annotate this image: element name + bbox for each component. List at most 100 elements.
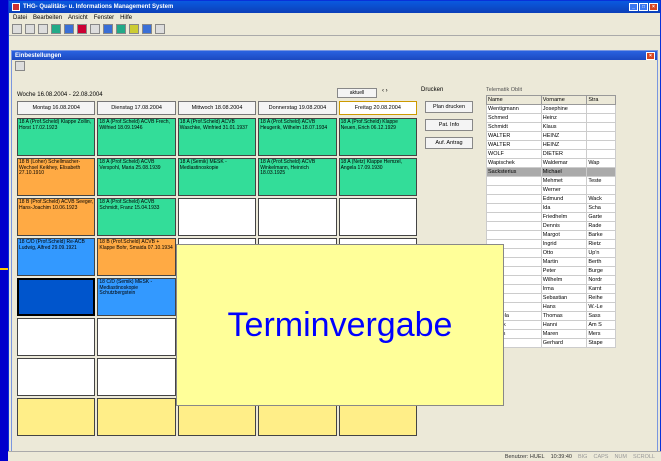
menu-datei[interactable]: Datei xyxy=(13,15,27,21)
column-header-vorname[interactable]: Vorname xyxy=(540,95,588,105)
menu-ansicht[interactable]: Ansicht xyxy=(68,15,88,21)
appointment-cell[interactable]: 18 A (Prof.Scheld) ACVB Winkelmann, Hein… xyxy=(258,158,337,196)
column-header-strasse[interactable]: Stra xyxy=(586,95,616,105)
table-row[interactable]: RuprakHanniAm S xyxy=(486,320,616,330)
menu-hilfe[interactable]: Hilfe xyxy=(120,15,132,21)
table-row[interactable]: Edmund Wack xyxy=(486,194,616,204)
plan-drucken-button[interactable]: Plan drucken xyxy=(425,101,473,113)
chart-icon[interactable] xyxy=(51,23,61,34)
appointment-cell[interactable]: 18 A (Semik) MESK - Mediastinoskopie xyxy=(177,158,257,196)
table-row[interactable]: MohrGerhardStape xyxy=(486,338,616,348)
day-header-row: Montag 16.08.2004 Dienstag 17.08.2004 Mi… xyxy=(17,101,418,115)
appointment-cell[interactable] xyxy=(97,358,176,396)
table-row[interactable]: Sebastian Reihe xyxy=(486,293,616,303)
table-row[interactable]: Ingrid Rietz xyxy=(486,239,616,249)
window-icon[interactable] xyxy=(64,23,74,34)
table-cell: WOLF xyxy=(486,149,542,159)
people-icon[interactable] xyxy=(77,23,87,34)
appointment-cell[interactable] xyxy=(17,398,96,436)
day-wednesday[interactable]: Mittwoch 18.08.2004 xyxy=(177,101,257,115)
inner-close-button[interactable]: × xyxy=(646,51,655,60)
column-header-name[interactable]: Name xyxy=(486,95,542,105)
status-flag-caps: CAPS xyxy=(593,453,609,460)
day-monday[interactable]: Montag 16.08.2004 xyxy=(17,101,96,115)
folder-icon[interactable] xyxy=(129,23,139,34)
table-cell xyxy=(486,176,542,186)
table-row[interactable]: Otto Up'n xyxy=(486,248,616,258)
table-row[interactable]: Irma Karnt xyxy=(486,284,616,294)
table-row[interactable]: Martin Berth xyxy=(486,257,616,267)
appointment-cell[interactable] xyxy=(177,198,257,236)
table-row[interactable]: WaskelaThomasSass xyxy=(486,311,616,321)
list-icon[interactable] xyxy=(116,23,126,34)
appointment-cell[interactable]: 18 A (Prof.Scheld) ACVB Heugerik, Wilhel… xyxy=(258,118,337,156)
maximize-button[interactable]: □ xyxy=(639,3,648,11)
appointment-cell[interactable] xyxy=(97,318,176,356)
auf-antrag-button[interactable]: Auf. Antrag xyxy=(425,137,473,149)
table-cell: Wap xyxy=(586,158,616,168)
table-row[interactable]: Hans W.-Le xyxy=(486,302,616,312)
appointment-cell[interactable]: 18 A (Netz) Klappe Hemzel, Angela 17.09.… xyxy=(338,158,417,196)
table-row[interactable]: Ida Scha xyxy=(486,203,616,213)
day-friday[interactable]: Freitag 20.08.2004 xyxy=(338,101,418,115)
appointment-cell[interactable]: 18 B (Prof.Scheld) ACVB + Klappe Bohr, S… xyxy=(97,238,176,276)
table-row[interactable]: WALTER HEINZ xyxy=(486,140,616,150)
appointment-cell[interactable]: 18 A (Prof.Scheld) ACVB Verspohl, Maria … xyxy=(97,158,176,196)
table-row[interactable]: Friedhelm Garte xyxy=(486,212,616,222)
list-tabs[interactable]: Telematik Oblit xyxy=(486,87,620,93)
appointment-cell[interactable] xyxy=(17,318,96,356)
table-row[interactable]: Werner xyxy=(486,185,616,195)
appointment-cell[interactable]: 18 A (Prof.Scheld) Klappe Zollin, Horst … xyxy=(17,118,96,156)
day-thursday[interactable]: Donnerstag 19.08.2004 xyxy=(258,101,337,115)
table-row[interactable]: Schmidt Klaus xyxy=(486,122,616,132)
table-row[interactable]: Peter Burge xyxy=(486,266,616,276)
table-cell: Nordr xyxy=(586,275,616,285)
table-row[interactable]: RotensMarenMers xyxy=(486,329,616,339)
appointment-cell[interactable] xyxy=(338,198,417,236)
day-tuesday[interactable]: Dienstag 17.08.2004 xyxy=(97,101,176,115)
appointment-cell[interactable]: 18 A (Prof.Scheld) ACVB Frech, Wilfried … xyxy=(97,118,176,156)
table-row[interactable]: WALTER HEINZ xyxy=(486,131,616,141)
week-nav-arrows[interactable]: ‹ › xyxy=(382,88,388,94)
appointment-cell[interactable]: 18 A (Prof.Scheld) ACVB Waschke, Winfrie… xyxy=(177,118,257,156)
table-row[interactable]: Wilhelm Nordr xyxy=(486,275,616,285)
appointment-cell[interactable]: 18 A (Prof.Scheld) ACVB Schmidt, Franz 1… xyxy=(97,198,176,236)
menu-bearbeiten[interactable]: Bearbeiten xyxy=(33,15,62,21)
grid-icon[interactable] xyxy=(142,23,152,34)
print-label: Drucken xyxy=(421,87,444,93)
app-window: THG- Qualitäts- u. Informations Manageme… xyxy=(8,0,661,461)
appointment-cell[interactable] xyxy=(17,278,96,316)
table-row[interactable]: Margot Barke xyxy=(486,230,616,240)
appointment-cell[interactable]: 18 A (Prof.Scheld) Klappe Neuen, Erich 0… xyxy=(338,118,417,156)
table-cell: HEINZ xyxy=(540,140,588,150)
aktuell-button[interactable]: aktuell xyxy=(337,88,377,98)
copy-icon[interactable] xyxy=(25,23,35,34)
print-icon[interactable] xyxy=(15,61,25,71)
appointment-cell[interactable] xyxy=(97,398,176,436)
appointment-cell[interactable]: 18 C/D (Semik) MESK - Mediastinoskopie S… xyxy=(97,278,176,316)
print-icon[interactable] xyxy=(12,23,22,34)
inner-toolbar xyxy=(12,60,657,72)
table-cell: WALTER xyxy=(486,131,542,141)
calendar-icon[interactable] xyxy=(90,23,100,34)
minimize-button[interactable]: _ xyxy=(629,3,638,11)
table-row[interactable]: Mehmet Teste xyxy=(486,176,616,186)
table-row[interactable]: Wentigmann Josephine xyxy=(486,104,616,114)
monitor-icon[interactable] xyxy=(103,23,113,34)
table-row[interactable]: Dennis Rade xyxy=(486,221,616,231)
appointment-cell[interactable] xyxy=(258,198,337,236)
pat-info-button[interactable]: Pat. Info xyxy=(425,119,473,131)
appointment-cell[interactable] xyxy=(17,358,96,396)
menu-fenster[interactable]: Fenster xyxy=(94,15,114,21)
table-row[interactable]: Wapischek Waldemar Wap xyxy=(486,158,616,168)
table-icon[interactable] xyxy=(38,23,48,34)
appointment-cell[interactable]: 18 B (Loher) Schellmacher-Wechsel Keikhe… xyxy=(17,158,96,196)
table-row[interactable]: Schmed Heinz xyxy=(486,113,616,123)
table-cell: Otto xyxy=(540,248,588,258)
table-row[interactable]: WOLF DIETER xyxy=(486,149,616,159)
help-icon[interactable] xyxy=(155,23,165,34)
appointment-cell[interactable]: 18 B (Prof.Scheld) ACVB Seeger, Hans-Joa… xyxy=(17,198,96,236)
appointment-cell[interactable]: 18 C/D (Prof.Scheld) Re-ACB Ludwig, Alfr… xyxy=(17,238,96,276)
table-row[interactable]: Sacksterius Michael xyxy=(486,167,616,177)
close-button[interactable]: × xyxy=(649,3,658,11)
